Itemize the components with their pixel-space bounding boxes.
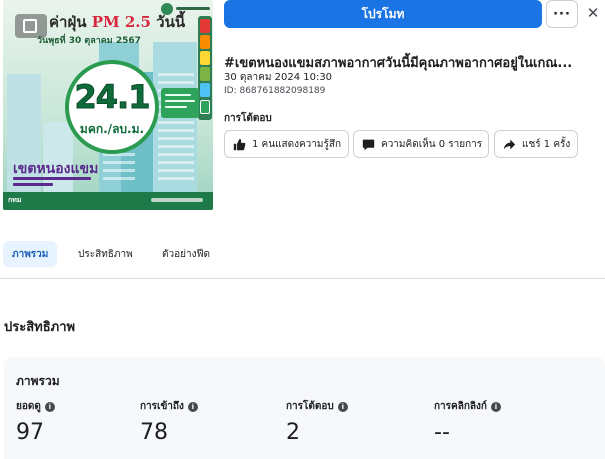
aqi-meter-segment — [200, 83, 210, 97]
thumbnail-footer-handle — [151, 198, 203, 202]
thumbnail-brand: กทม — [8, 196, 22, 204]
info-icon[interactable]: i — [490, 401, 501, 412]
shares-button-label: แชร์ 1 ครั้ง — [522, 138, 571, 150]
metric-label-row: ยอดดู i — [16, 399, 55, 414]
thumbnail-title-suffix: วันนี้ — [156, 13, 186, 31]
metric-label-row: การคลิกลิงก์ i — [434, 399, 501, 414]
metric-engagement: การโต้ตอบ i 2 — [286, 399, 348, 445]
metric-label: การโต้ตอบ — [286, 401, 334, 412]
more-options-button[interactable]: ··· — [546, 0, 578, 28]
metric-label-row: การโต้ตอบ i — [286, 399, 348, 414]
thumbnail-title-pm: PM 2.5 — [91, 13, 151, 31]
aqi-meter-segment — [200, 35, 210, 49]
metric-link-clicks: การคลิกลิงก์ i -- — [434, 399, 501, 445]
close-icon[interactable]: ✕ — [584, 4, 602, 22]
gallery-icon — [15, 14, 47, 38]
post-thumbnail[interactable]: ค่าฝุ่น PM 2.5 วันนี้ วันพุธที่ 30 ตุลาค… — [3, 0, 213, 210]
comment-icon — [362, 138, 375, 151]
reactions-button-label: 1 คนแสดงความรู้สึก — [252, 138, 342, 150]
share-icon — [503, 138, 516, 151]
shares-button[interactable]: แชร์ 1 ครั้ง — [494, 130, 578, 158]
thumbnail-title-prefix: ค่าฝุ่น — [49, 13, 87, 31]
info-icon[interactable]: i — [337, 401, 348, 412]
post-details-tabs: ภาพรวม ประสิทธิภาพ ตัวอย่างฟีด — [0, 239, 605, 279]
reactions-button[interactable]: 1 คนแสดงความรู้สึก — [224, 130, 349, 158]
thumbnail-subtext — [13, 183, 53, 186]
pm-unit: มคก./ลบ.ม. — [79, 122, 145, 136]
metric-reach: การเข้าถึง i 78 — [140, 399, 198, 445]
metric-label-row: การเข้าถึง i — [140, 399, 198, 414]
tab-feed-preview[interactable]: ตัวอย่างฟีด — [153, 241, 219, 267]
aqi-meter-segment — [200, 19, 210, 33]
promote-button[interactable]: โปรโมท — [224, 0, 542, 28]
pm-value: 24.1 — [74, 78, 151, 117]
post-id: ID: 868761882098189 — [224, 86, 326, 96]
overview-card-title: ภาพรวม — [16, 374, 60, 388]
thumbnail-subtext — [13, 177, 91, 180]
overview-card: ภาพรวม ยอดดู i 97 การเข้าถึง i 78 การโต้… — [4, 357, 605, 459]
metric-label: การคลิกลิงก์ — [434, 401, 487, 412]
metric-label: การเข้าถึง — [140, 401, 184, 412]
thumbnail-title: ค่าฝุ่น PM 2.5 วันนี้ — [49, 10, 185, 34]
info-icon[interactable]: i — [44, 401, 55, 412]
tab-performance[interactable]: ประสิทธิภาพ — [69, 241, 142, 267]
aqi-meter-segment — [200, 67, 210, 81]
metric-views: ยอดดู i 97 — [16, 399, 55, 445]
metric-value: -- — [434, 420, 450, 445]
comments-button[interactable]: ความคิดเห็น 0 รายการ — [353, 130, 489, 158]
metric-value: 2 — [286, 420, 300, 445]
metric-value: 97 — [16, 420, 44, 445]
metric-value: 78 — [140, 420, 168, 445]
reactions-heading: การโต้ตอบ — [224, 113, 272, 124]
metric-label: ยอดดู — [16, 401, 41, 412]
info-icon[interactable]: i — [187, 401, 198, 412]
aqi-meter-check — [200, 100, 210, 114]
performance-section-title: ประสิทธิภาพ — [4, 320, 76, 335]
thumbnail-footer: กทม — [3, 192, 213, 210]
tab-overview[interactable]: ภาพรวม — [3, 241, 58, 267]
pm-value-badge: 24.1 มคก./ลบ.ม. — [65, 60, 159, 154]
aqi-meter — [198, 16, 212, 120]
aqi-meter-segment — [200, 51, 210, 65]
thumbnail-info-card — [161, 88, 199, 118]
post-date: 30 ตุลาคม 2024 10:30 — [224, 72, 333, 83]
comments-button-label: ความคิดเห็น 0 รายการ — [381, 138, 483, 150]
thumbs-up-icon — [233, 138, 246, 151]
thumbnail-date: วันพุธที่ 30 ตุลาคม 2567 — [37, 36, 141, 46]
thumbnail-windows — [158, 70, 194, 180]
